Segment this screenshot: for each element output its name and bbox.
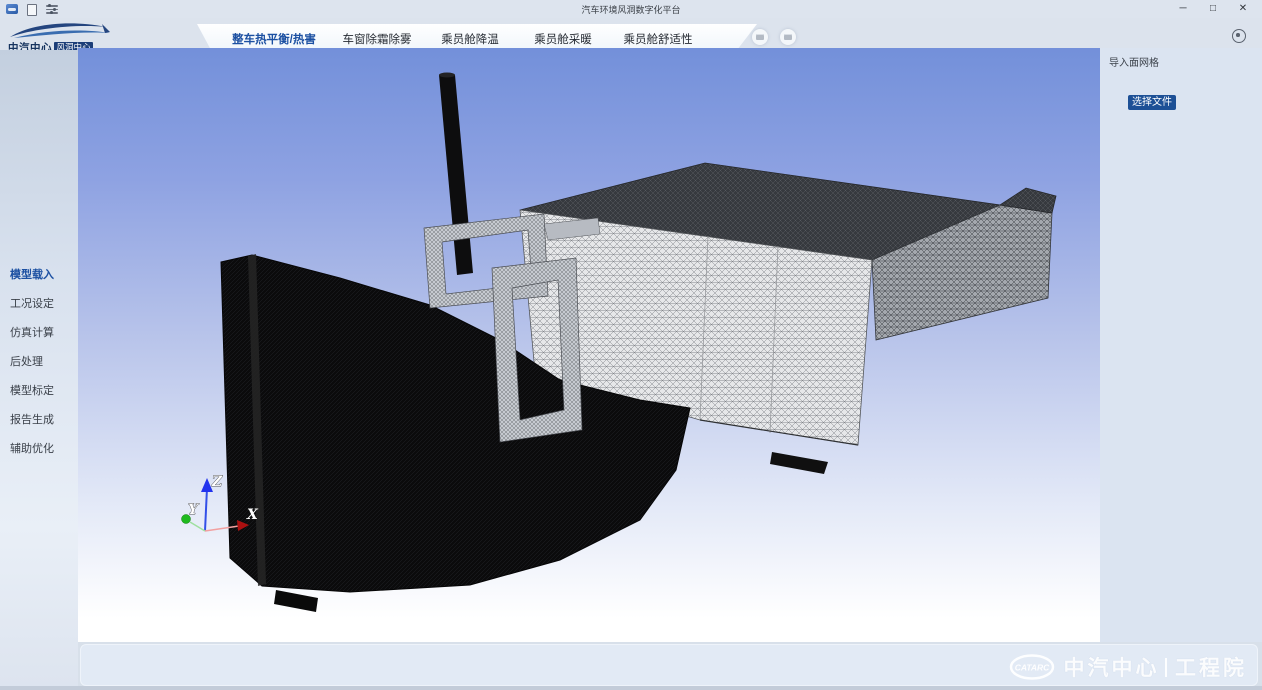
tab-cabin-heating[interactable]: 乘员舱采暖	[534, 31, 592, 47]
watermark-institute: 工程院	[1175, 652, 1247, 682]
choose-file-button[interactable]: 选择文件	[1128, 95, 1176, 110]
sidebar-item-report[interactable]: 报告生成	[10, 411, 54, 427]
tab-vehicle-thermal[interactable]: 整车热平衡/热害	[232, 31, 316, 47]
mesh-model: Z Y X	[78, 48, 1100, 642]
catarc-oval-icon: CATARC	[1009, 653, 1055, 681]
bottom-strip	[0, 686, 1262, 690]
tab-cabin-comfort[interactable]: 乘员舱舒适性	[624, 31, 693, 47]
display-toggle-icon-2[interactable]	[780, 29, 796, 45]
import-mesh-label: 导入面网格	[1109, 54, 1159, 69]
maximize-button[interactable]: □	[1198, 0, 1228, 18]
minimize-button[interactable]: ─	[1168, 0, 1198, 18]
axis-y-label: Y	[188, 502, 200, 518]
axis-z-label: Z	[211, 474, 223, 490]
sidebar-item-calibration[interactable]: 模型标定	[10, 382, 54, 398]
footer-bar: CATARC 中汽中心 工程院	[80, 644, 1258, 686]
window-title: 汽车环境风洞数字化平台	[0, 3, 1262, 16]
watermark: CATARC 中汽中心 工程院	[1009, 652, 1248, 682]
right-panel: 导入面网格 选择文件	[1100, 48, 1262, 642]
watermark-divider	[1165, 658, 1168, 677]
tab-defrost-defog[interactable]: 车窗除霜除雾	[343, 31, 412, 47]
watermark-org: 中汽中心	[1064, 652, 1160, 682]
axis-x-label: X	[246, 507, 259, 523]
sidebar-item-condition-set[interactable]: 工况设定	[10, 295, 54, 311]
catarc-logo-text: CATARC	[1014, 663, 1049, 673]
sidebar-item-postprocess[interactable]: 后处理	[10, 353, 43, 369]
sidebar: 模型载入 工况设定 仿真计算 后处理 模型标定 报告生成 辅助优化	[0, 50, 78, 686]
tab-strip: 整车热平衡/热害 车窗除霜除雾 乘员舱降温 乘员舱采暖 乘员舱舒适性	[197, 24, 757, 50]
sidebar-item-simulation[interactable]: 仿真计算	[10, 324, 54, 340]
app-window: 汽车环境风洞数字化平台 ─ □ ✕ 整车热平衡/热害 车窗除霜除雾 乘员舱降温 …	[0, 0, 1262, 690]
tab-cabin-cooldown[interactable]: 乘员舱降温	[441, 31, 499, 47]
sidebar-item-optimization[interactable]: 辅助优化	[10, 440, 54, 456]
user-circle-icon[interactable]	[1232, 29, 1246, 43]
header: 整车热平衡/热害 车窗除霜除雾 乘员舱降温 乘员舱采暖 乘员舱舒适性	[0, 18, 1262, 50]
window-controls: ─ □ ✕	[1168, 0, 1258, 18]
display-toggle-icon-1[interactable]	[752, 29, 768, 45]
viewport-3d[interactable]: Z Y X	[78, 48, 1100, 642]
close-button[interactable]: ✕	[1228, 0, 1258, 18]
titlebar: 汽车环境风洞数字化平台 ─ □ ✕	[0, 0, 1262, 18]
brand-swoosh-icon	[6, 20, 116, 40]
sidebar-item-model-load[interactable]: 模型载入	[10, 266, 54, 282]
